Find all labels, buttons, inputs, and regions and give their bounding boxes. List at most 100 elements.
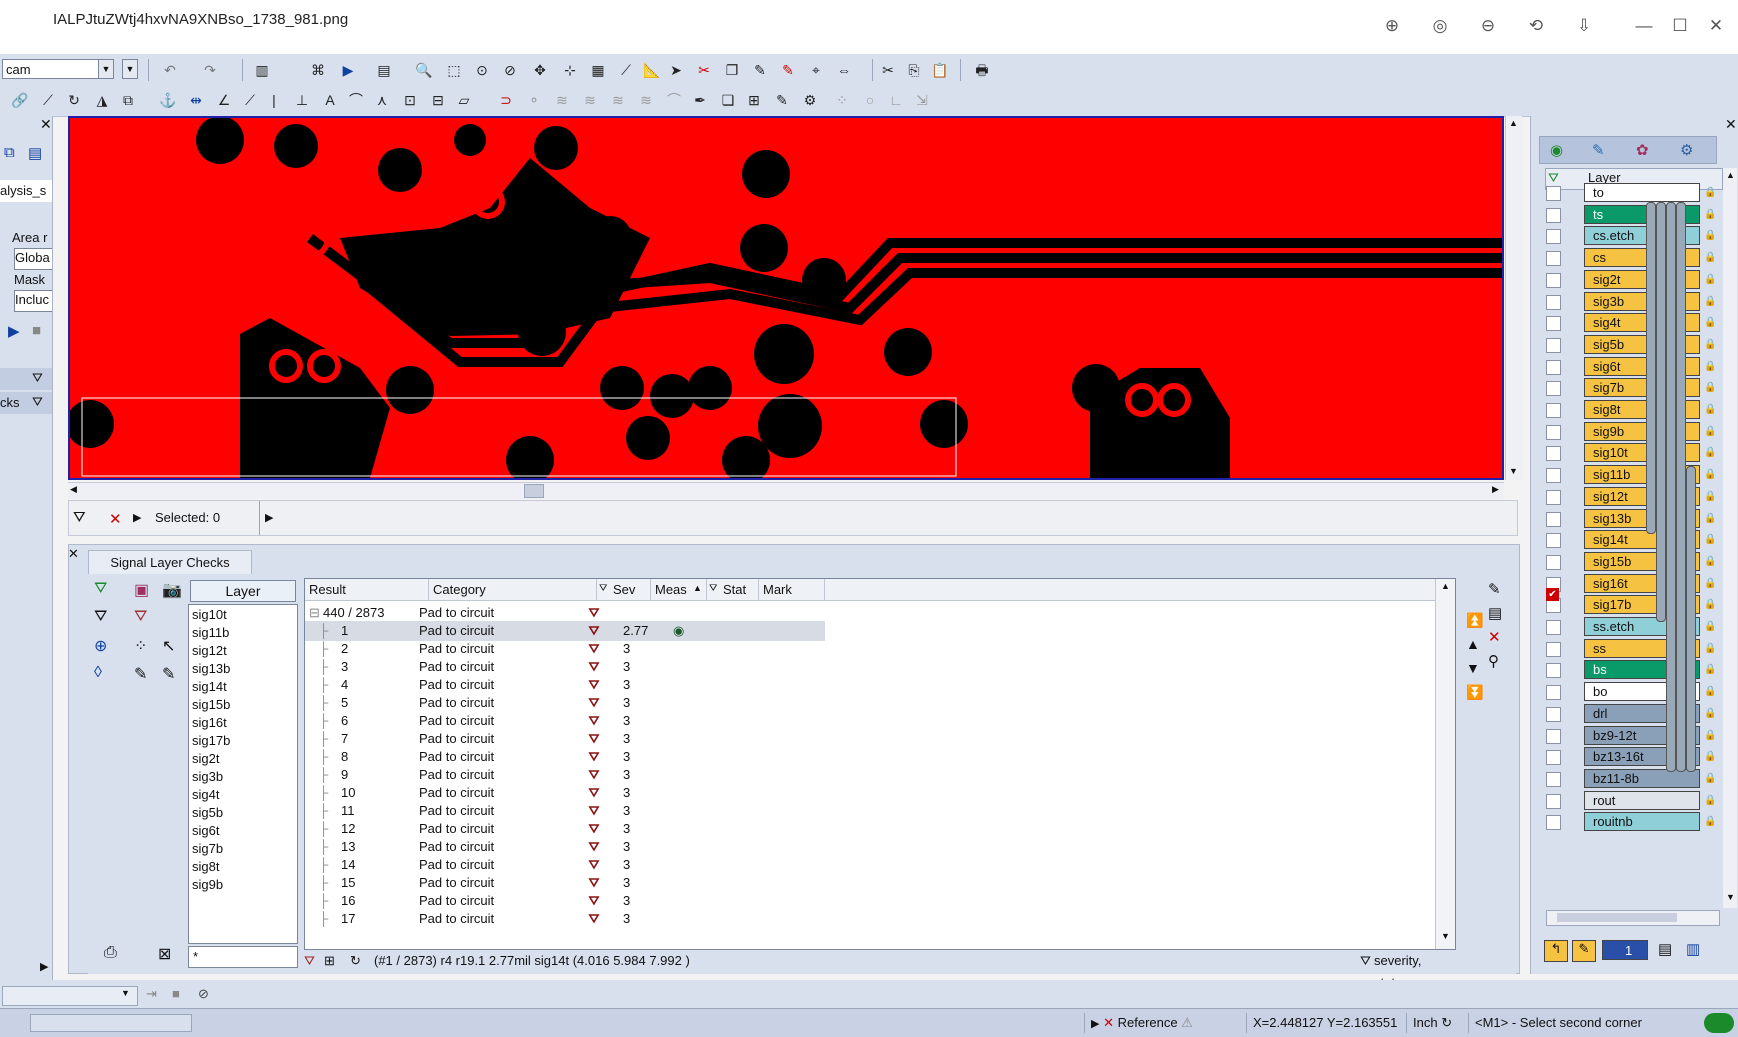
redo-icon[interactable]: ↷ bbox=[200, 60, 220, 80]
grid-icon[interactable]: ▦ bbox=[588, 60, 608, 80]
camera-icon[interactable]: 📷 bbox=[162, 580, 182, 600]
lock-icon[interactable]: 🔒 bbox=[1704, 599, 1716, 611]
zoom-result-icon[interactable]: ⊕ bbox=[94, 636, 107, 656]
col-category[interactable]: Category bbox=[429, 579, 597, 601]
query-icon[interactable]: ⌖ bbox=[806, 60, 826, 80]
zoom-prev-icon[interactable]: ⊘ bbox=[500, 60, 520, 80]
arc2-icon[interactable]: ⌒ bbox=[664, 90, 684, 110]
col-result[interactable]: Result bbox=[305, 579, 429, 601]
lock-icon[interactable]: 🔒 bbox=[1704, 513, 1716, 525]
lock-icon[interactable]: 🔒 bbox=[1704, 534, 1716, 546]
bottom-combo[interactable]: ▼ bbox=[2, 986, 138, 1006]
tab-layers-icon[interactable]: ◉ bbox=[1550, 141, 1563, 159]
lock-icon[interactable]: 🔒 bbox=[1704, 382, 1716, 394]
delete-icon[interactable]: ✕ bbox=[1488, 628, 1501, 646]
selection-play-icon[interactable]: ▶ bbox=[133, 511, 141, 524]
status-filter-icon[interactable]: ⛛ bbox=[304, 950, 315, 972]
panel-tool1-icon[interactable]: ⧉ bbox=[4, 144, 15, 161]
table-row[interactable]: ├ 14 Pad to circuit ⛛ 3 bbox=[305, 855, 825, 875]
lock-icon[interactable]: 🔒 bbox=[1704, 317, 1716, 329]
layer-scroll-down-icon[interactable]: ▼ bbox=[1726, 892, 1735, 902]
table-row[interactable]: ├ 5 Pad to circuit ⛛ 3 bbox=[305, 693, 825, 713]
list-item[interactable]: sig12t bbox=[192, 643, 227, 658]
list-item[interactable]: sig10t bbox=[192, 607, 227, 622]
points-icon[interactable]: ⁘ bbox=[832, 90, 852, 110]
layer-visibility-checkbox[interactable] bbox=[1546, 359, 1561, 375]
run-icon[interactable]: ▶ bbox=[338, 60, 358, 80]
table-row[interactable]: ├ 17 Pad to circuit ⛛ 3 bbox=[305, 909, 825, 929]
anchor-icon[interactable]: ⚓ bbox=[158, 90, 178, 110]
tab-settings-icon[interactable]: ⚙ bbox=[1680, 141, 1693, 159]
run-check-icon[interactable]: ⛛ bbox=[94, 580, 107, 598]
mirror-icon[interactable]: ◮ bbox=[92, 90, 112, 110]
layer-scroll-up-icon[interactable]: ▲ bbox=[1726, 170, 1735, 180]
table-row[interactable]: ├ 13 Pad to circuit ⛛ 3 bbox=[305, 837, 825, 857]
snapshot-icon[interactable]: ▣ bbox=[134, 580, 149, 600]
bottom-tool3-icon[interactable]: ⊘ bbox=[198, 986, 209, 1002]
filter-tool-icon[interactable]: ⛛ bbox=[94, 608, 107, 626]
lock-icon[interactable]: 🔒 bbox=[1704, 426, 1716, 438]
tab-signal-layer-checks[interactable]: Signal Layer Checks bbox=[88, 550, 252, 575]
reference-clear-icon[interactable]: ✕ bbox=[1103, 1015, 1114, 1030]
layer-visibility-checkbox[interactable] bbox=[1546, 468, 1561, 484]
zoom-out-icon[interactable]: ⊖ bbox=[1476, 14, 1500, 38]
fit-icon[interactable]: ◎ bbox=[1428, 14, 1452, 38]
lock-icon[interactable]: 🔒 bbox=[1704, 686, 1716, 698]
lock-icon[interactable]: 🔒 bbox=[1704, 795, 1716, 807]
canvas-vertical-scrollbar[interactable]: ▲ ▼ bbox=[1505, 116, 1522, 480]
scroll-up-icon[interactable]: ▲ bbox=[1509, 118, 1518, 128]
connect-icon[interactable]: ⟋ bbox=[38, 90, 58, 110]
table-row[interactable]: ├ 15 Pad to circuit ⛛ 3 bbox=[305, 873, 825, 893]
corner-icon[interactable]: ∟ bbox=[886, 90, 906, 110]
clear-selection-icon[interactable]: ✕ bbox=[109, 510, 122, 528]
list-item[interactable]: sig5b bbox=[192, 805, 223, 820]
lock-icon[interactable]: 🔒 bbox=[1704, 708, 1716, 720]
job-combo-dropdown-icon[interactable]: ▼ bbox=[98, 59, 114, 79]
filter-icon[interactable]: ⛛ bbox=[32, 370, 43, 386]
checks-filter-icon[interactable]: ⛛ bbox=[32, 394, 43, 410]
close-icon[interactable]: ✕ bbox=[1704, 14, 1728, 38]
printer-icon[interactable]: 🖶 bbox=[972, 60, 992, 80]
layer-visibility-checkbox[interactable] bbox=[1546, 186, 1561, 201]
panel-tool2-icon[interactable]: ▤ bbox=[28, 144, 42, 162]
table-row[interactable]: ├ 11 Pad to circuit ⛛ 3 bbox=[305, 801, 825, 821]
layer-list[interactable]: sig10t sig11b sig12t sig13b sig14t sig15… bbox=[188, 604, 298, 944]
link-icon[interactable]: 🔗 bbox=[10, 90, 30, 110]
lock-icon[interactable]: 🔒 bbox=[1704, 643, 1716, 655]
layer-visibility-checkbox[interactable] bbox=[1546, 533, 1561, 549]
sev-filter-icon[interactable]: ⛛ bbox=[599, 583, 607, 594]
table-row[interactable]: ├ 4 Pad to circuit ⛛ 3 bbox=[305, 675, 825, 695]
save-icon[interactable]: ▤ bbox=[1488, 604, 1502, 622]
lock-icon[interactable]: 🔒 bbox=[1704, 621, 1716, 633]
minimize-icon[interactable]: — bbox=[1632, 14, 1656, 38]
zoom-in-icon[interactable]: ⊕ bbox=[1380, 14, 1404, 38]
transform-icon[interactable]: ⧉ bbox=[118, 90, 138, 110]
edit-result2-icon[interactable]: ✎ bbox=[162, 664, 175, 684]
group-row[interactable]: ⊟ 440 / 2873 Pad to circuit ⛛ bbox=[305, 603, 825, 623]
undo-icon[interactable]: ↶ bbox=[160, 60, 180, 80]
scroll-left-icon[interactable]: ◀ bbox=[70, 484, 77, 495]
trace4-icon[interactable]: ≋ bbox=[636, 90, 656, 110]
checks-row[interactable]: cks ⛛ bbox=[0, 392, 52, 414]
table-scroll-up-icon[interactable]: ▲ bbox=[1441, 581, 1450, 591]
list-item[interactable]: sig4t bbox=[192, 787, 219, 802]
select-icon[interactable]: ➤ bbox=[666, 60, 686, 80]
table-row[interactable]: ├ 8 Pad to circuit ⛛ 3 bbox=[305, 747, 825, 767]
layer-visibility-checkbox[interactable] bbox=[1546, 620, 1561, 635]
script-icon[interactable]: ⌘ bbox=[308, 60, 328, 80]
table-scroll-down-icon[interactable]: ▼ bbox=[1441, 931, 1450, 941]
next-result-icon[interactable]: ▼ bbox=[1466, 660, 1480, 676]
table-row[interactable]: ├ 7 Pad to circuit ⛛ 3 bbox=[305, 729, 825, 749]
layer-visibility-checkbox[interactable] bbox=[1546, 207, 1561, 223]
status-eye-icon[interactable]: ◉ bbox=[673, 623, 684, 639]
layer-visibility-checkbox[interactable] bbox=[1546, 424, 1561, 440]
paste-icon[interactable]: 📋 bbox=[930, 60, 950, 80]
layer-visibility-checkbox[interactable] bbox=[1546, 446, 1561, 462]
list-item[interactable]: sig9b bbox=[192, 877, 223, 892]
play-icon[interactable]: ▶ bbox=[8, 322, 20, 340]
tab-edit-icon[interactable]: ✎ bbox=[1592, 141, 1605, 159]
scroll-right-icon[interactable]: ▶ bbox=[1492, 484, 1499, 495]
area-combo[interactable]: Globa bbox=[14, 248, 52, 270]
pointer-icon[interactable]: ↖ bbox=[162, 636, 175, 656]
download-icon[interactable]: ⇩ bbox=[1572, 14, 1596, 38]
